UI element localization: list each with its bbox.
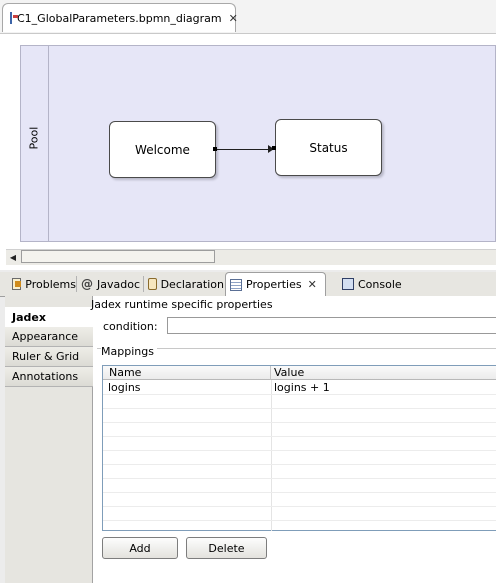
- row-divider: [103, 408, 496, 409]
- close-icon[interactable]: ✕: [229, 12, 238, 25]
- tab-label: Console: [358, 277, 402, 291]
- task-welcome[interactable]: Welcome: [109, 121, 216, 178]
- console-icon: [342, 278, 354, 290]
- pool[interactable]: [20, 45, 496, 242]
- row-divider: [103, 394, 496, 395]
- mappings-label: Mappings: [101, 345, 157, 358]
- row-divider: [103, 520, 496, 521]
- side-tab-ruler-grid[interactable]: Ruler & Grid: [5, 347, 93, 367]
- column-divider: [271, 380, 272, 531]
- scroll-left-icon[interactable]: ◀: [6, 250, 20, 264]
- row-divider: [103, 478, 496, 479]
- side-tab-annotations[interactable]: Annotations: [5, 367, 93, 387]
- sequence-flow-connector[interactable]: [216, 149, 275, 150]
- row-divider: [103, 422, 496, 423]
- side-tab-appearance[interactable]: Appearance: [5, 327, 93, 347]
- tab-declaration[interactable]: Declaration: [144, 273, 224, 295]
- declaration-icon: [148, 278, 157, 290]
- table-cell-name[interactable]: logins: [108, 381, 141, 394]
- row-divider: [103, 436, 496, 437]
- tab-label: Properties: [246, 278, 302, 291]
- condition-label: condition:: [103, 320, 158, 333]
- tab-javadoc[interactable]: @ Javadoc: [77, 273, 143, 295]
- connector-handle-end[interactable]: [272, 146, 276, 150]
- javadoc-icon: @: [81, 277, 93, 291]
- row-divider: [103, 450, 496, 451]
- row-divider: [103, 492, 496, 493]
- connector-handle-start[interactable]: [213, 147, 217, 151]
- column-header-value[interactable]: Value: [271, 366, 496, 380]
- editor-tab-diagram[interactable]: C1_GlobalParameters.bpmn_diagram ✕: [2, 3, 238, 32]
- tab-label: Declaration: [160, 277, 224, 291]
- tab-console[interactable]: Console: [338, 273, 408, 295]
- add-button[interactable]: Add: [102, 537, 178, 559]
- row-divider: [103, 506, 496, 507]
- bpmn-diagram-file-icon: [10, 12, 18, 24]
- close-icon[interactable]: ✕: [308, 278, 317, 291]
- pool-label: Pool: [27, 126, 41, 150]
- column-header-name[interactable]: Name: [103, 366, 271, 380]
- task-status[interactable]: Status: [275, 119, 382, 176]
- properties-heading: Jadex runtime specific properties: [91, 298, 273, 311]
- row-divider: [103, 464, 496, 465]
- tab-problems[interactable]: Problems: [8, 273, 76, 295]
- side-tab-jadex[interactable]: Jadex: [5, 307, 93, 327]
- problems-icon: [12, 278, 22, 290]
- condition-input[interactable]: [167, 317, 496, 334]
- scrollbar-thumb[interactable]: [21, 250, 215, 263]
- editor-tab-label: C1_GlobalParameters.bpmn_diagram: [17, 11, 222, 25]
- properties-icon: [230, 278, 242, 291]
- tab-label: Javadoc: [97, 277, 140, 291]
- delete-button[interactable]: Delete: [186, 537, 267, 559]
- tab-label: Problems: [25, 277, 76, 291]
- table-cell-value[interactable]: logins + 1: [274, 381, 330, 394]
- tab-properties[interactable]: Properties ✕: [225, 272, 326, 296]
